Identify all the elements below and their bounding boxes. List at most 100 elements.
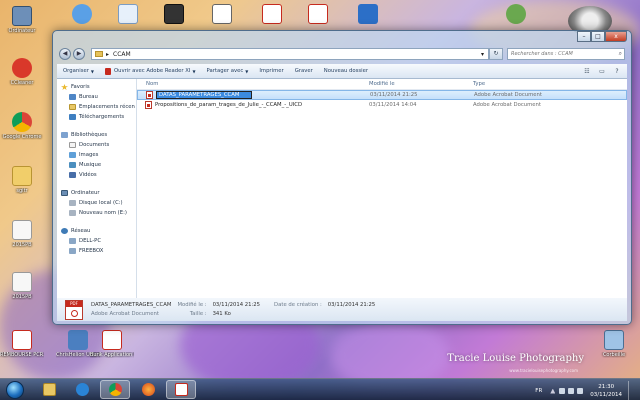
organize-button[interactable]: Organiser ▼	[63, 68, 94, 74]
search-icon[interactable]: ⌕	[619, 50, 624, 58]
taskbar-firefox[interactable]	[133, 380, 163, 399]
view-controls: ☷ ▭ ?	[578, 67, 623, 76]
open-with-button[interactable]: Ouvrir avec Adobe Reader XI ▼	[104, 67, 196, 75]
minimize-button[interactable]: –	[577, 31, 591, 42]
desktop-icon-computer[interactable]: Ordinateur	[0, 6, 44, 34]
desktop-icon-app[interactable]: Bunk Application Bérard	[90, 330, 134, 358]
address-bar[interactable]: ▸ CCAM ▾	[91, 48, 489, 60]
tray-app-icon[interactable]	[559, 388, 566, 394]
folder-icon	[12, 166, 32, 186]
details-values-column: 03/11/2014 21:25 341 Ko	[213, 301, 260, 319]
computer-icon	[69, 248, 76, 254]
star-icon	[61, 84, 68, 90]
document-icon	[12, 220, 32, 240]
details-name-column: DATAS_PARAMETRAGES_CCAM Adobe Acrobat Do…	[91, 301, 171, 319]
column-header-date[interactable]: Modifié le	[365, 81, 469, 87]
breadcrumb-separator[interactable]: ▸	[106, 51, 109, 58]
desktop-shortcut-app[interactable]	[346, 4, 390, 24]
forward-button[interactable]: ▶	[73, 48, 85, 60]
nav-favorites[interactable]: Favoris	[57, 82, 136, 92]
app-icon	[212, 4, 232, 24]
explorer-window[interactable]: – □ x ◀ ▶ ▸ CCAM ▾ ↻ ⌕ Organiser▼ Ouvrir…	[52, 30, 632, 325]
column-header-name[interactable]: Nom	[137, 81, 365, 87]
nav-label: Disque local (C:)	[79, 200, 123, 206]
document-icon	[12, 272, 32, 292]
nav-item-videos[interactable]: Vidéos	[57, 170, 136, 180]
breadcrumb-current[interactable]: CCAM	[113, 51, 131, 58]
open-with-label: Ouvrir avec Adobe Reader XI	[113, 68, 191, 74]
show-hidden-icons-icon[interactable]	[550, 388, 556, 394]
new-folder-button[interactable]: Nouveau dossier	[324, 68, 368, 74]
nav-item-music[interactable]: Musique	[57, 160, 136, 170]
show-desktop-button[interactable]	[628, 381, 634, 400]
close-button[interactable]: x	[605, 31, 627, 42]
desktop-icon-folder[interactable]: sgitr	[0, 166, 44, 194]
desktop-shortcut-app[interactable]	[494, 4, 538, 24]
adobe-reader-icon	[104, 67, 111, 75]
desktop-icon-ccleaner[interactable]: CCleaner	[0, 58, 44, 86]
desktop-icon-doc-1[interactable]: 2015PB	[0, 220, 44, 248]
share-button[interactable]: Partager avec ▼	[207, 68, 249, 74]
pdf-file-icon: PDF	[65, 299, 83, 320]
address-dropdown-icon[interactable]: ▾	[481, 51, 484, 58]
taskbar-internet-explorer[interactable]	[67, 380, 97, 399]
taskbar-chrome[interactable]	[100, 380, 130, 399]
nav-libraries[interactable]: Bibliothèques	[57, 130, 136, 140]
nav-item-desktop[interactable]: Bureau	[57, 92, 136, 102]
volume-icon[interactable]	[577, 388, 584, 394]
column-header-type[interactable]: Type	[469, 81, 579, 87]
nav-label: Réseau	[71, 228, 91, 234]
nav-item-recent-places[interactable]: Emplacements récen	[57, 102, 136, 112]
nav-label: FREEBOX	[79, 248, 104, 254]
language-indicator[interactable]: FR	[535, 388, 542, 394]
taskbar-explorer[interactable]	[34, 380, 64, 399]
downloads-icon	[69, 114, 76, 120]
view-options-icon[interactable]: ☷	[581, 67, 593, 76]
chrome-icon	[108, 383, 122, 396]
rename-input[interactable]	[156, 91, 252, 99]
desktop-icon	[69, 94, 76, 100]
clock[interactable]: 21:30 03/11/2014	[590, 383, 622, 399]
desktop-shortcut-pdf[interactable]	[250, 4, 294, 24]
back-button[interactable]: ◀	[59, 48, 71, 60]
nav-item-freebox[interactable]: FREEBOX	[57, 246, 136, 256]
network-tray-icon[interactable]	[568, 388, 575, 394]
help-icon[interactable]: ?	[611, 67, 623, 76]
burn-button[interactable]: Graver	[295, 68, 313, 74]
app-icon	[164, 4, 184, 24]
recent-places-icon	[69, 104, 76, 110]
desktop-icon-doc-2[interactable]: 2015PB	[0, 272, 44, 300]
nav-item-downloads[interactable]: Téléchargements	[57, 112, 136, 122]
taskbar-adobe-reader[interactable]	[166, 380, 196, 399]
nav-label: Vidéos	[79, 172, 97, 178]
drive-icon	[69, 200, 76, 206]
desktop-shortcut-app[interactable]	[200, 4, 244, 24]
desktop-shortcut-pdf[interactable]	[296, 4, 340, 24]
desktop-shortcut-app[interactable]	[60, 4, 104, 24]
file-row[interactable]: 03/11/2014 21:25 Adobe Acrobat Document	[137, 90, 627, 100]
nav-item-drive-c[interactable]: Disque local (C:)	[57, 198, 136, 208]
search-input[interactable]	[511, 51, 611, 57]
desktop-shortcut-app[interactable]	[106, 4, 150, 24]
refresh-button[interactable]: ↻	[489, 48, 503, 60]
preview-pane-icon[interactable]: ▭	[596, 67, 608, 76]
search-box[interactable]: ⌕	[507, 48, 625, 60]
folder-icon	[95, 51, 103, 57]
nav-item-drive-e[interactable]: Nouveau nom (E:)	[57, 208, 136, 218]
start-button[interactable]	[6, 380, 24, 399]
nav-network[interactable]: Réseau	[57, 226, 136, 236]
nav-item-images[interactable]: Images	[57, 150, 136, 160]
file-row[interactable]: Propositions_de_param_trages_de_Julie_-_…	[137, 100, 627, 110]
desktop-icon-chrome[interactable]: Google Chrome	[0, 112, 44, 140]
network-icon	[61, 228, 68, 234]
nav-item-documents[interactable]: Documents	[57, 140, 136, 150]
nav-computer[interactable]: Ordinateur	[57, 188, 136, 198]
desktop-shortcut-app[interactable]	[152, 4, 196, 24]
details-pane: PDF DATAS_PARAMETRAGES_CCAM Adobe Acroba…	[57, 298, 627, 321]
desktop-icon-recycle-bin[interactable]: Corbeille	[592, 330, 636, 358]
nav-item-dell-pc[interactable]: DELL-PC	[57, 236, 136, 246]
print-button[interactable]: Imprimer	[259, 68, 283, 74]
pdf-icon	[146, 91, 153, 99]
desktop-icon-pdf[interactable]: REMBOURSE PCR...	[0, 330, 44, 358]
maximize-button[interactable]: □	[591, 31, 605, 42]
